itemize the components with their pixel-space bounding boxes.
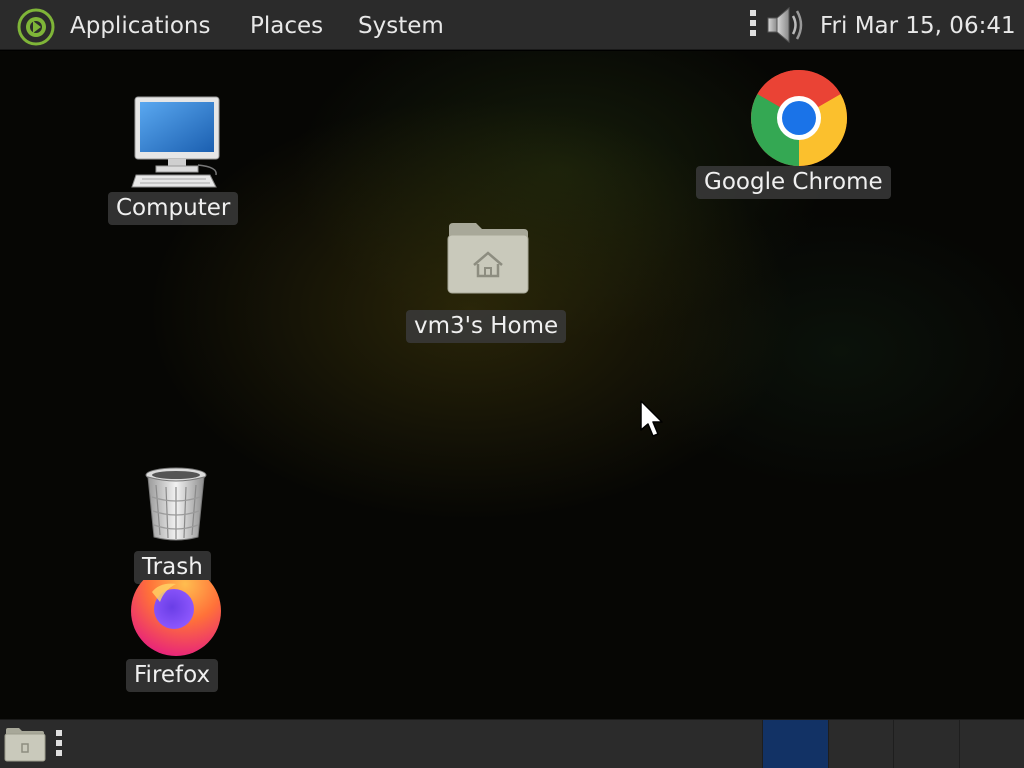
workspace-4[interactable] (959, 720, 1024, 768)
panel-drag-handle[interactable] (750, 10, 758, 42)
places-menu[interactable]: Places (242, 0, 331, 50)
distro-logo-icon[interactable] (16, 7, 56, 47)
firefox-label[interactable]: Firefox (126, 659, 219, 692)
workspace-2[interactable] (828, 720, 894, 768)
workspace-1[interactable] (762, 720, 828, 768)
home-folder-icon[interactable] (446, 221, 530, 295)
mouse-pointer-icon (640, 400, 666, 440)
volume-icon[interactable] (762, 3, 810, 47)
top-panel: Applications Places System Fri Mar 15, 0… (0, 0, 1024, 50)
trash-icon[interactable] (140, 465, 212, 543)
computer-icon[interactable] (130, 95, 224, 191)
bottom-panel (0, 719, 1024, 768)
system-menu[interactable]: System (350, 0, 452, 50)
firefox-icon[interactable] (130, 566, 222, 658)
applications-menu[interactable]: Applications (62, 0, 219, 50)
clock[interactable]: Fri Mar 15, 06:41 (820, 0, 1016, 50)
home-folder-label[interactable]: vm3's Home (406, 310, 567, 343)
workspace-3[interactable] (893, 720, 959, 768)
bottom-panel-drag-handle[interactable] (56, 730, 64, 762)
google-chrome-label[interactable]: Google Chrome (696, 166, 891, 199)
desktop[interactable]: Computer Google Chrome vm3's Home Trash … (0, 51, 1024, 719)
show-desktop-folder-icon[interactable] (4, 726, 46, 762)
google-chrome-icon[interactable] (750, 69, 848, 167)
computer-label[interactable]: Computer (108, 192, 239, 225)
